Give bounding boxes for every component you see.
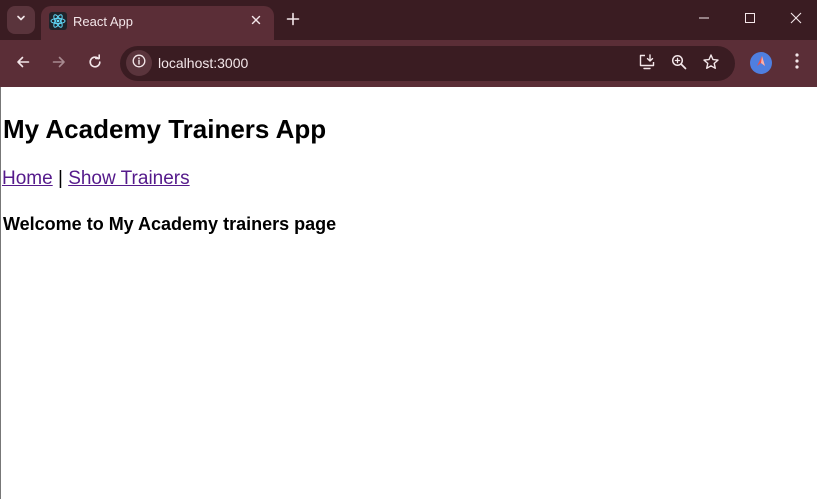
tab-close-button[interactable] — [246, 11, 266, 31]
show-trainers-link[interactable]: Show Trainers — [68, 168, 189, 189]
bookmark-button[interactable] — [699, 52, 723, 76]
profile-avatar-button[interactable] — [750, 52, 772, 74]
tab-search-button[interactable] — [7, 6, 35, 34]
minimize-button[interactable] — [681, 0, 727, 40]
maximize-button[interactable] — [727, 0, 773, 40]
page-title: My Academy Trainers App — [3, 114, 327, 144]
plus-icon — [286, 12, 300, 31]
page-viewport: My Academy Trainers App Home | Show Trai… — [0, 87, 817, 499]
site-info-button[interactable] — [126, 50, 152, 76]
zoom-button[interactable] — [667, 52, 691, 76]
reload-button[interactable] — [80, 49, 110, 79]
browser-toolbar: localhost:3000 — [0, 40, 817, 87]
arrow-left-icon — [15, 54, 31, 75]
react-logo-icon — [49, 12, 67, 30]
info-icon — [132, 54, 146, 73]
forward-button[interactable] — [44, 49, 74, 79]
more-vertical-icon — [794, 52, 800, 75]
page-nav: Home | Show Trainers — [2, 168, 190, 190]
browser-titlebar: React App — [0, 0, 817, 40]
reload-icon — [87, 53, 103, 75]
install-desktop-icon — [638, 53, 656, 76]
avatar-icon — [754, 54, 768, 73]
url-text[interactable]: localhost:3000 — [158, 55, 248, 71]
nav-separator: | — [57, 168, 63, 189]
tab-title: React App — [73, 14, 133, 29]
new-tab-button[interactable] — [280, 8, 306, 34]
zoom-in-icon — [670, 53, 688, 76]
browser-menu-button[interactable] — [785, 50, 809, 76]
tab-react-app[interactable]: React App — [41, 6, 274, 40]
maximize-icon — [744, 11, 756, 29]
back-button[interactable] — [8, 49, 38, 79]
chevron-down-icon — [15, 11, 27, 29]
close-icon — [251, 12, 261, 30]
install-app-button[interactable] — [635, 52, 659, 76]
arrow-right-icon — [51, 54, 67, 75]
home-link[interactable]: Home — [2, 168, 53, 189]
window-close-button[interactable] — [773, 0, 817, 40]
minimize-icon — [698, 11, 710, 29]
address-bar[interactable]: localhost:3000 — [120, 46, 735, 81]
star-icon — [702, 53, 720, 76]
welcome-heading: Welcome to My Academy trainers page — [3, 214, 337, 234]
close-icon — [790, 11, 802, 29]
